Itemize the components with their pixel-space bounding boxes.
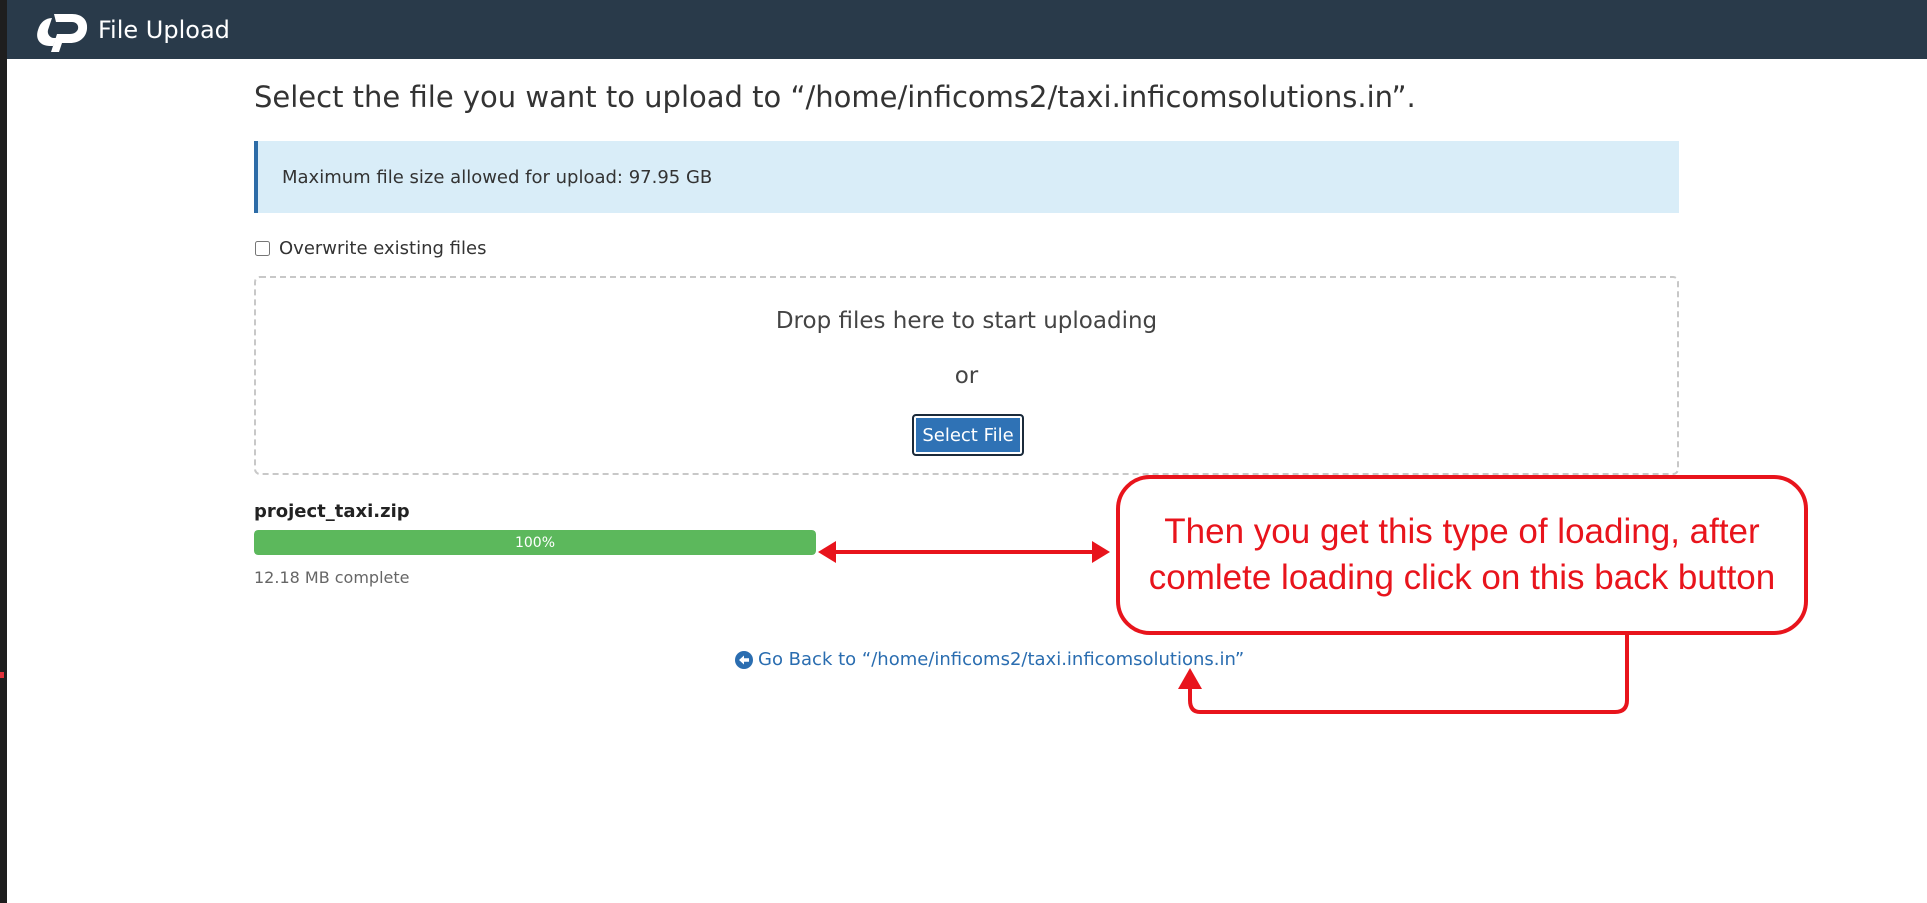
annotation-callout: Then you get this type of loading, after… (1116, 475, 1808, 635)
arrowhead-left (818, 541, 836, 563)
annotation-text: Then you get this type of loading, after… (1148, 512, 1776, 597)
bend-arrow-line (1188, 630, 1629, 714)
arrowhead-up (1178, 668, 1202, 689)
arrowhead-right (1092, 541, 1110, 563)
annotation-arrows (818, 541, 1629, 714)
